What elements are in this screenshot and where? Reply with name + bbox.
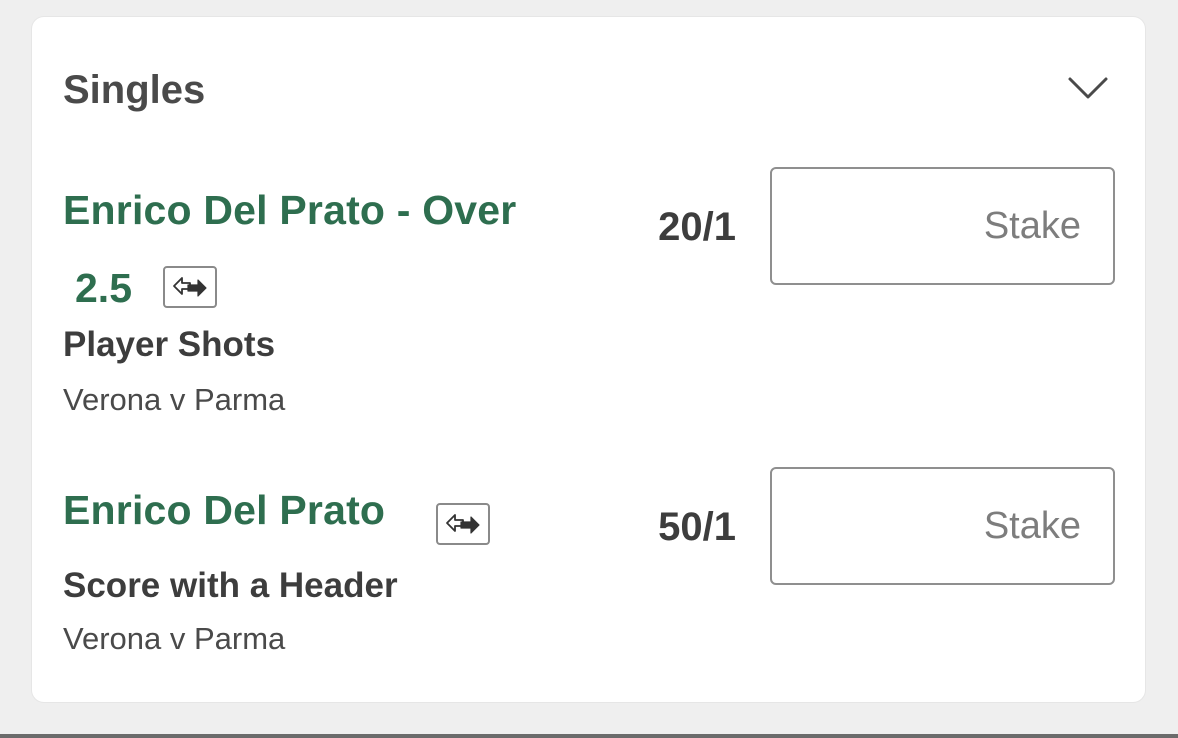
chevron-down-icon[interactable] bbox=[1066, 71, 1110, 107]
selection-name[interactable]: Enrico Del Prato - Over bbox=[63, 181, 583, 239]
odds[interactable]: 50/1 bbox=[640, 501, 736, 553]
market-name: Score with a Header bbox=[63, 566, 398, 605]
selection-name[interactable]: Enrico Del Prato bbox=[63, 481, 583, 539]
event-name: Verona v Parma bbox=[63, 621, 286, 656]
singles-card: Singles Enrico Del Prato - Over 2.5 Play… bbox=[32, 17, 1145, 702]
market-name: Player Shots bbox=[63, 325, 276, 364]
section-title: Singles bbox=[63, 68, 206, 112]
price-boost-icon[interactable] bbox=[436, 503, 490, 545]
event-name: Verona v Parma bbox=[63, 382, 286, 417]
odds[interactable]: 20/1 bbox=[640, 201, 736, 253]
bottom-divider bbox=[0, 734, 1178, 738]
stake-input[interactable] bbox=[770, 167, 1115, 285]
stake-input[interactable] bbox=[770, 467, 1115, 585]
selection-name-line2[interactable]: 2.5 bbox=[75, 259, 132, 317]
price-boost-icon[interactable] bbox=[163, 266, 217, 308]
